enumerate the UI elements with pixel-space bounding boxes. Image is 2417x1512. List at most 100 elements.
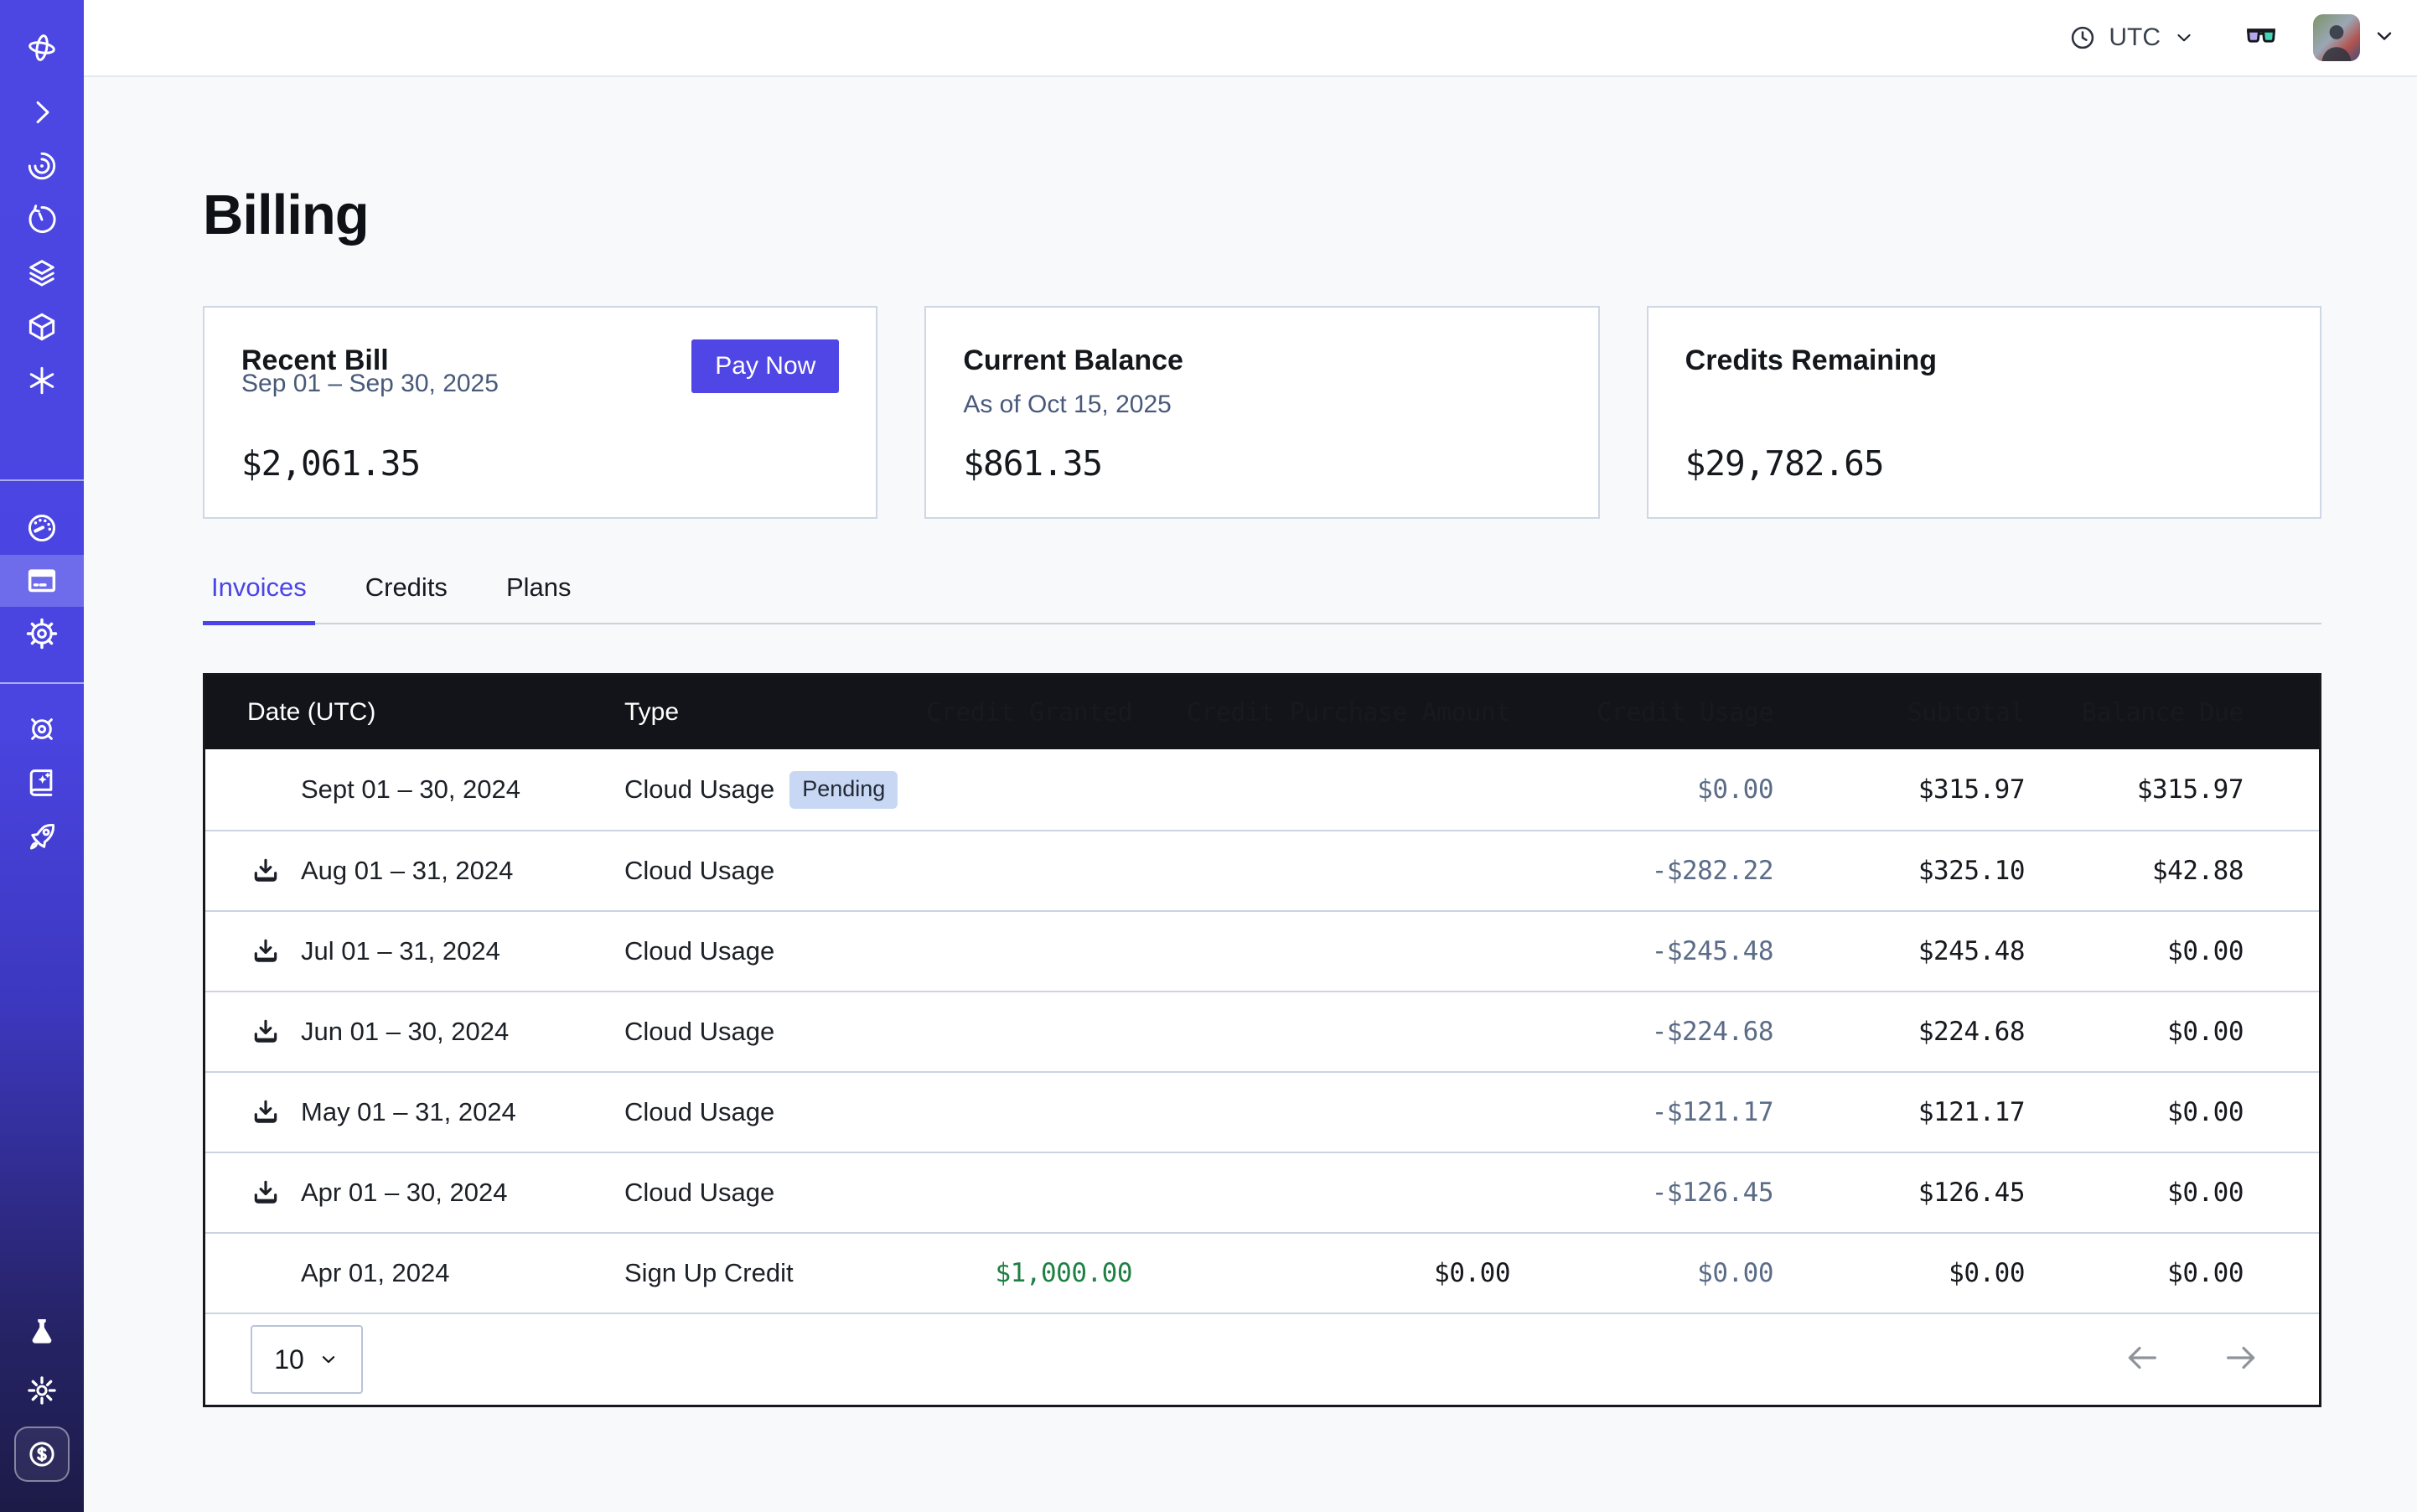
next-page-button[interactable] <box>2222 1339 2260 1381</box>
credit-usage: -$282.22 <box>1510 856 1773 886</box>
table-row: Jul 01 – 31, 2024 Cloud Usage -$245.48 $… <box>205 910 2319 991</box>
rocket-icon[interactable] <box>0 810 84 863</box>
column-header: Credit Granted <box>901 698 1132 728</box>
pagination-controls <box>2123 1339 2260 1381</box>
chevron-right-icon[interactable] <box>0 85 84 139</box>
chevron-down-icon <box>318 1349 339 1370</box>
billing-page: UTC Billing Recent Bill Pay Now Sep 01 –… <box>0 0 2417 1512</box>
table-row: Apr 01, 2024 Sign Up Credit $1,000.00 $0… <box>205 1232 2319 1313</box>
subtotal: $121.17 <box>1773 1097 2025 1127</box>
dollar-badge-icon[interactable] <box>14 1427 70 1482</box>
icon-spacer <box>249 773 282 806</box>
topbar: UTC <box>84 0 2417 77</box>
invoice-type: Cloud Usage <box>624 1178 774 1208</box>
subtotal: $224.68 <box>1773 1017 2025 1047</box>
subtotal: $315.97 <box>1773 774 2025 805</box>
credit-usage: -$126.45 <box>1510 1178 1773 1208</box>
balance-due: $0.00 <box>2025 936 2244 966</box>
invoice-period: Sept 01 – 30, 2024 <box>301 774 520 805</box>
sun-icon[interactable] <box>0 1361 84 1420</box>
asterisk-icon[interactable] <box>0 354 84 407</box>
card-title: Credits Remaining <box>1685 339 1937 377</box>
download-invoice-button[interactable] <box>249 1015 282 1049</box>
balance-due: $0.00 <box>2025 1017 2244 1047</box>
column-header: Credit Usage <box>1510 698 1773 728</box>
recent-bill-amount: $2,061.35 <box>241 443 839 484</box>
invoice-type: Cloud Usage <box>624 1097 774 1127</box>
invoice-type: Cloud Usage <box>624 1017 774 1047</box>
column-header: Balance Due <box>2025 698 2244 728</box>
invoice-period: Apr 01, 2024 <box>301 1258 450 1288</box>
credit-usage: $0.00 <box>1510 774 1773 805</box>
subtotal: $245.48 <box>1773 936 2025 966</box>
balance-as-of-date: As of Oct 15, 2025 <box>963 391 1560 419</box>
subtotal: $325.10 <box>1773 856 2025 886</box>
balance-due: $42.88 <box>2025 856 2244 886</box>
credit-usage: -$121.17 <box>1510 1097 1773 1127</box>
invoice-period: Apr 01 – 30, 2024 <box>301 1178 507 1208</box>
balance-due: $0.00 <box>2025 1178 2244 1208</box>
layers-icon[interactable] <box>0 246 84 300</box>
column-header: Subtotal <box>1773 698 2025 728</box>
credit-granted: $1,000.00 <box>901 1258 1132 1288</box>
chevron-down-icon <box>2172 26 2196 49</box>
gear-icon[interactable] <box>0 607 84 660</box>
column-header: Type <box>624 698 901 727</box>
tab-invoices[interactable]: Invoices <box>203 572 315 625</box>
book-sparkle-icon[interactable] <box>0 756 84 810</box>
main-content: Billing Recent Bill Pay Now Sep 01 – Sep… <box>84 77 2417 1512</box>
previous-page-button[interactable] <box>2123 1339 2161 1381</box>
page-size-value: 10 <box>274 1344 304 1375</box>
tab-plans[interactable]: Plans <box>498 572 580 625</box>
page-title: Billing <box>203 183 2321 247</box>
table-row: May 01 – 31, 2024 Cloud Usage -$121.17 $… <box>205 1071 2319 1152</box>
orbit-logo[interactable] <box>0 15 84 80</box>
gauge-icon[interactable] <box>0 501 84 555</box>
sidebar-divider <box>0 682 84 684</box>
spiral-icon[interactable] <box>0 139 84 193</box>
credit-usage: -$224.68 <box>1510 1017 1773 1047</box>
card-title: Current Balance <box>963 339 1183 377</box>
invoice-type: Cloud Usage <box>624 856 774 886</box>
table-row: Aug 01 – 31, 2024 Cloud Usage -$282.22 $… <box>205 830 2319 910</box>
download-invoice-button[interactable] <box>249 854 282 888</box>
billing-period: Sep 01 – Sep 30, 2025 <box>241 370 839 398</box>
table-row: Sept 01 – 30, 2024 Cloud Usage Pending $0… <box>205 749 2319 830</box>
balance-due: $0.00 <box>2025 1258 2244 1288</box>
3d-glasses-icon[interactable] <box>2243 19 2280 56</box>
cube-icon[interactable] <box>0 300 84 354</box>
balance-due: $315.97 <box>2025 774 2244 805</box>
clock-icon <box>2068 23 2097 52</box>
recent-bill-card: Recent Bill Pay Now Sep 01 – Sep 30, 202… <box>203 306 877 519</box>
timezone-selector[interactable]: UTC <box>2068 23 2196 52</box>
table-header: Date (UTC) Type Credit Granted Credit Pu… <box>205 676 2319 749</box>
billing-card-icon[interactable] <box>0 555 84 607</box>
sidebar <box>0 0 84 1512</box>
flask-icon[interactable] <box>0 1302 84 1361</box>
page-size-select[interactable]: 10 <box>251 1325 363 1394</box>
current-balance-card: Current Balance As of Oct 15, 2025 $861.… <box>924 306 1599 519</box>
table-footer: 10 <box>205 1313 2319 1405</box>
subtotal: $0.00 <box>1773 1258 2025 1288</box>
invoice-period: Jul 01 – 31, 2024 <box>301 936 500 966</box>
balance-due: $0.00 <box>2025 1097 2244 1127</box>
column-header: Date (UTC) <box>205 698 624 727</box>
download-invoice-button[interactable] <box>249 935 282 968</box>
account-menu[interactable] <box>2313 14 2397 61</box>
invoice-type: Cloud Usage <box>624 936 774 966</box>
download-invoice-button[interactable] <box>249 1095 282 1129</box>
download-invoice-button[interactable] <box>249 1176 282 1209</box>
invoices-table: Date (UTC) Type Credit Granted Credit Pu… <box>203 673 2321 1407</box>
current-balance-amount: $861.35 <box>963 443 1560 484</box>
credits-remaining-card: Credits Remaining $29,782.65 <box>1647 306 2321 519</box>
status-badge: Pending <box>789 771 898 809</box>
tab-credits[interactable]: Credits <box>357 572 456 625</box>
credit-usage: $0.00 <box>1510 1258 1773 1288</box>
table-row: Apr 01 – 30, 2024 Cloud Usage -$126.45 $… <box>205 1152 2319 1232</box>
credits-remaining-amount: $29,782.65 <box>1685 443 2283 484</box>
helm-wheel-icon[interactable] <box>0 702 84 756</box>
timer-reset-icon[interactable] <box>0 193 84 246</box>
icon-spacer <box>249 1256 282 1290</box>
column-header: Credit Purchase Amount <box>1132 698 1510 728</box>
invoice-type: Cloud Usage <box>624 774 774 805</box>
